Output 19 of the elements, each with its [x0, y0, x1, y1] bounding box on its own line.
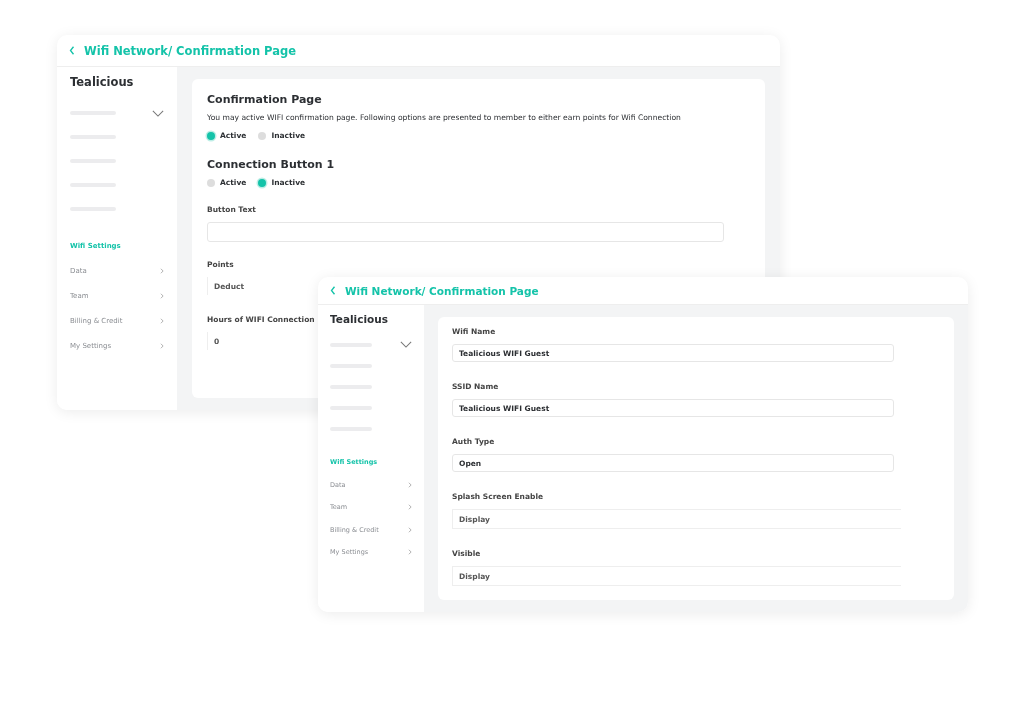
text-field[interactable] [207, 222, 724, 242]
back-icon[interactable] [69, 46, 75, 55]
brand-name: Tealicious [70, 75, 135, 89]
chevron-right-icon [408, 526, 412, 533]
chevron-right-icon [408, 481, 412, 488]
chevron-down-icon[interactable] [152, 109, 164, 117]
chevron-right-icon [408, 504, 412, 511]
page-title: Wifi Network/ Confirmation Page [84, 43, 297, 58]
back-icon[interactable] [330, 286, 336, 295]
chevron-right-icon [160, 342, 164, 349]
section-heading: Connection Button 1 [207, 158, 336, 171]
chevron-down-icon[interactable] [400, 341, 412, 348]
section-heading: Confirmation Page [207, 93, 323, 106]
brand-name: Tealicious [330, 313, 389, 325]
page-title: Wifi Network/ Confirmation Page [345, 284, 539, 297]
chevron-right-icon [160, 317, 164, 324]
chevron-right-icon [408, 549, 412, 556]
chevron-right-icon [160, 292, 164, 299]
chevron-right-icon [160, 267, 164, 274]
